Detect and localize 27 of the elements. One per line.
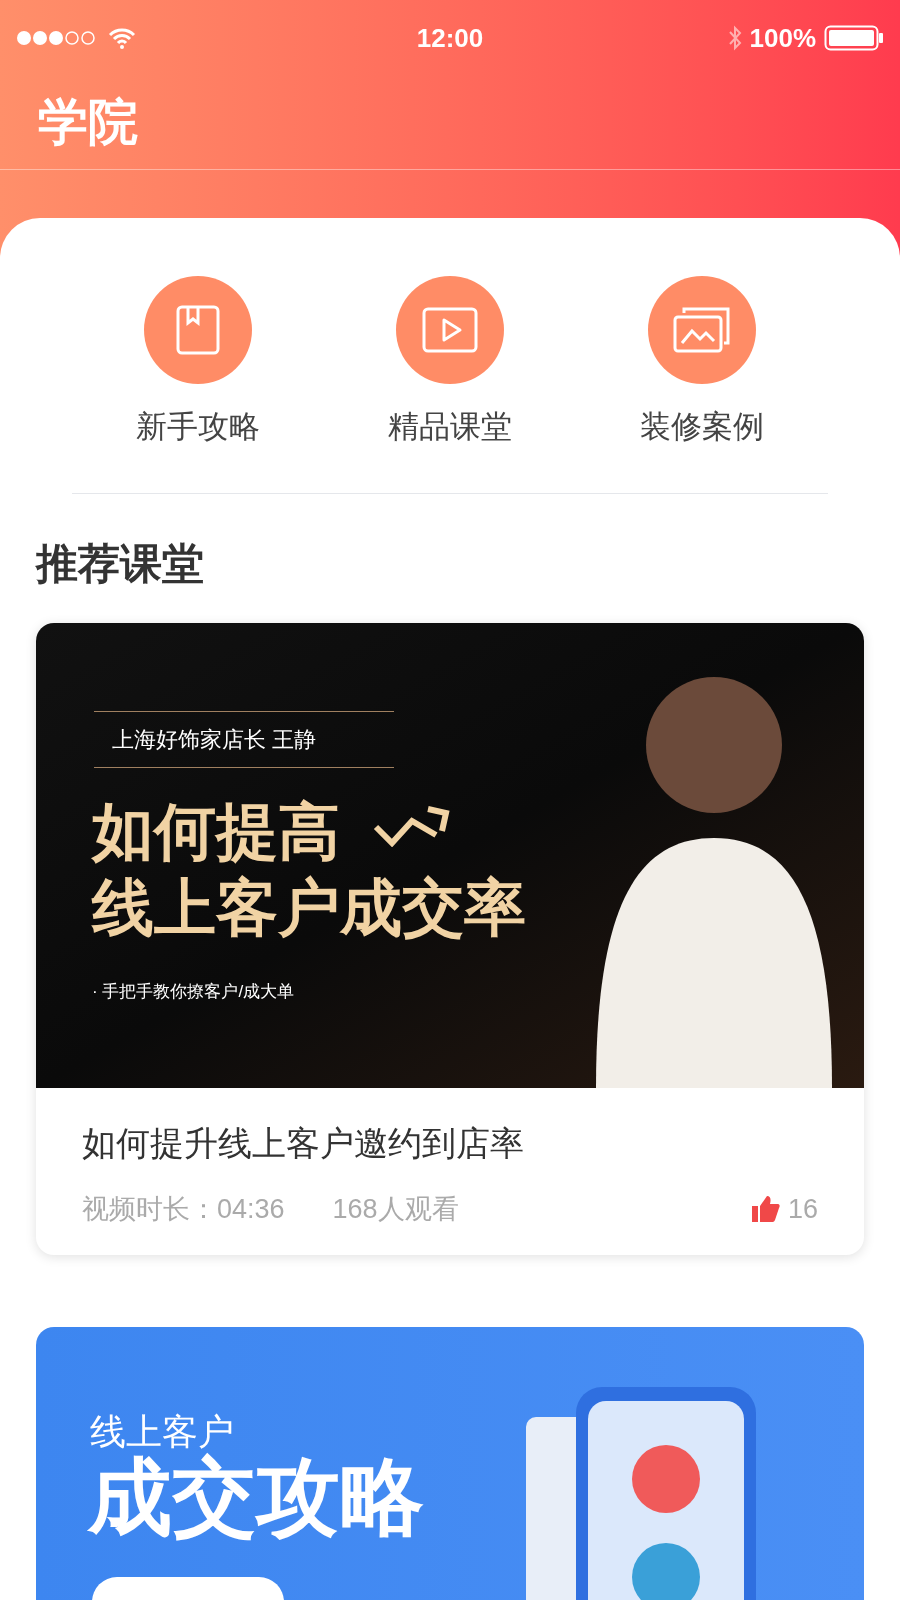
banner-subtitle: 线上客户 (90, 1410, 234, 1453)
shortcut-button[interactable]: 装修案例 (576, 276, 828, 451)
view-count: 168人观看 (332, 1192, 459, 1226)
cover-headline: 线上客户成交率 (92, 871, 526, 944)
page-title: 学院 (38, 93, 138, 152)
video-duration: 视频时长：04:36 (82, 1192, 285, 1226)
battery-level: 100% (749, 21, 816, 55)
shortcut-button[interactable]: 新手攻略 (72, 276, 324, 451)
signal-icon (16, 30, 98, 46)
banner-headline: 成交攻略 (88, 1455, 424, 1539)
cover-tagline: · 手把手教你撩客户/成大单 (92, 980, 295, 1003)
image-icon (672, 305, 732, 355)
status-time: 12:00 (416, 21, 484, 55)
course-card[interactable]: 上海好饰家店长 王静 如何提高 线上客户成交率 · 手把手教你撩客户/成大单 如何提升线上客户邀约到店率 视频时长：04:36 168人观看 16 (36, 622, 864, 1255)
play-icon (421, 306, 479, 354)
shortcut-button[interactable]: 精品课堂 (324, 276, 576, 451)
book-icon (174, 304, 222, 356)
cover-presenter: 上海好饰家店长 王静 (112, 725, 317, 754)
thumbs-up-icon (751, 1195, 780, 1222)
cover-headline: 如何提高 (92, 795, 340, 868)
bluetooth-icon (727, 25, 742, 51)
section-title: 推荐课堂 (36, 538, 205, 589)
course-title: 如何提升线上客户邀约到店率 (82, 1122, 525, 1164)
battery-icon (824, 25, 884, 51)
like-count: 16 (787, 1192, 818, 1226)
promo-banner[interactable]: 线上客户 成交攻略 (36, 1327, 864, 1600)
wifi-icon (108, 27, 136, 49)
